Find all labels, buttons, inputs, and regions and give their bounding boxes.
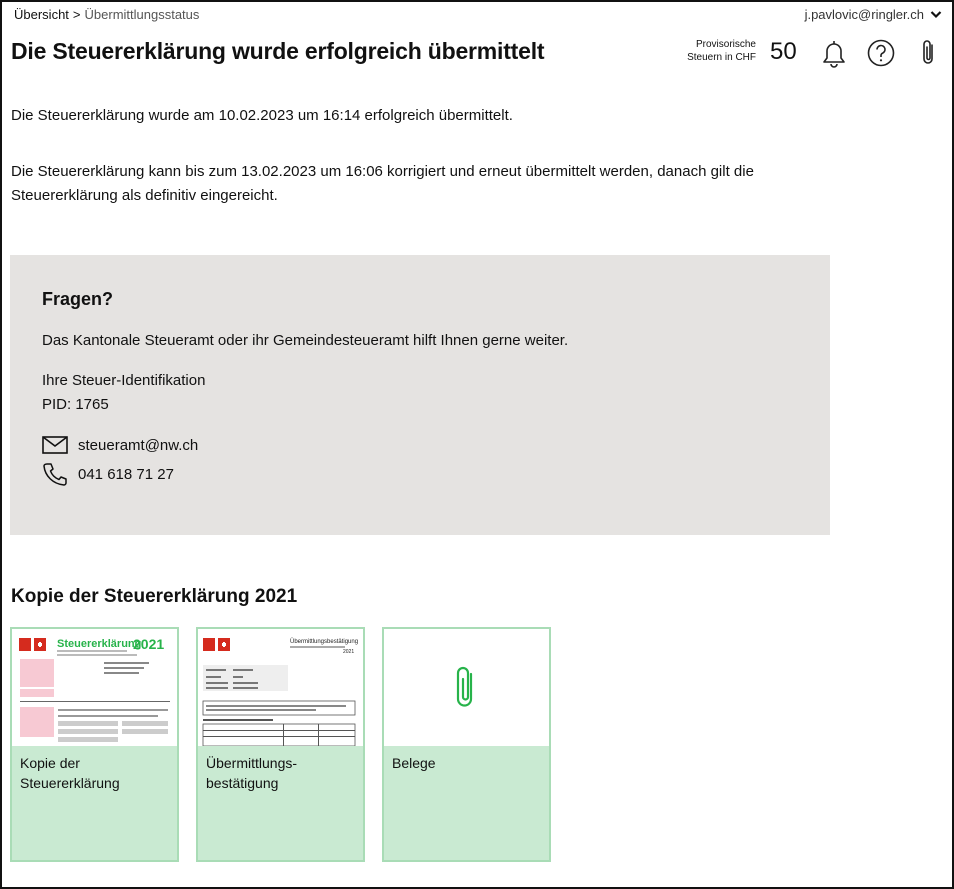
thumb-year-2: 2021 (343, 649, 354, 655)
contact-email[interactable]: steueramt@nw.ch (42, 433, 198, 457)
contact-phone[interactable]: 041 618 71 27 (42, 462, 174, 486)
correction-message: Die Steuererklärung kann bis zum 13.02.2… (11, 163, 754, 204)
user-email: j.pavlovic@ringler.ch (804, 7, 924, 22)
thumb-title-2: Übermittlungsbestätigung (290, 638, 358, 645)
help-box: Fragen? Das Kantonale Steueramt oder ihr… (10, 255, 830, 535)
page-title: Die Steuererklärung wurde erfolgreich üb… (11, 38, 545, 64)
breadcrumb: Übersicht > Übermittlungsstatus (14, 7, 199, 22)
phone-icon (43, 463, 67, 486)
paperclip-icon (456, 666, 473, 707)
tax-id-value: PID: 1765 (42, 396, 109, 413)
breadcrumb-current: Übermittlungsstatus (84, 7, 200, 22)
provisional-tax-value: 50 (770, 38, 797, 65)
confirmation-thumbnail: Übermittlungsbestätigung 2021 (198, 629, 363, 746)
chevron-down-icon (930, 11, 942, 19)
bell-icon[interactable] (820, 38, 848, 68)
documents-thumbnail (384, 629, 549, 746)
tax-return-thumbnail: Steuererklärung 2021 (12, 629, 177, 746)
thumb-year-1: 2021 (133, 636, 164, 652)
card-documents[interactable]: Belege (382, 627, 551, 862)
contact-email-text[interactable]: steueramt@nw.ch (78, 437, 198, 454)
card-transmission-confirmation[interactable]: Übermittlungsbestätigung 2021 Übermittlu… (196, 627, 365, 862)
breadcrumb-separator: > (72, 7, 81, 22)
card-label-documents: Belege (392, 755, 436, 771)
thumb-title-1: Steuererklärung (57, 638, 141, 650)
card-tax-return-copy[interactable]: Steuererklärung 2021 Kopie der Steuererk… (10, 627, 179, 862)
mail-icon (42, 436, 68, 454)
submission-message: Die Steuererklärung wurde am 10.02.2023 … (11, 107, 513, 124)
card-label-confirmation: Übermittlungs- bestätigung (206, 755, 298, 791)
help-title: Fragen? (42, 289, 114, 309)
help-icon[interactable] (867, 38, 895, 68)
tax-id-label: Ihre Steuer-Identifikation (42, 372, 206, 389)
paperclip-icon[interactable] (915, 38, 943, 68)
user-menu[interactable]: j.pavlovic@ringler.ch (805, 7, 942, 22)
help-text: Das Kantonale Steueramt oder ihr Gemeind… (42, 332, 569, 349)
breadcrumb-home-link[interactable]: Übersicht (14, 7, 69, 22)
card-label-tax-return: Kopie der Steuererklärung (20, 755, 120, 791)
contact-phone-text[interactable]: 041 618 71 27 (78, 466, 174, 483)
provisional-tax-label: Provisorische Steuern in CHF (687, 39, 756, 63)
section-title-copies: Kopie der Steuererklärung 2021 (11, 586, 298, 607)
